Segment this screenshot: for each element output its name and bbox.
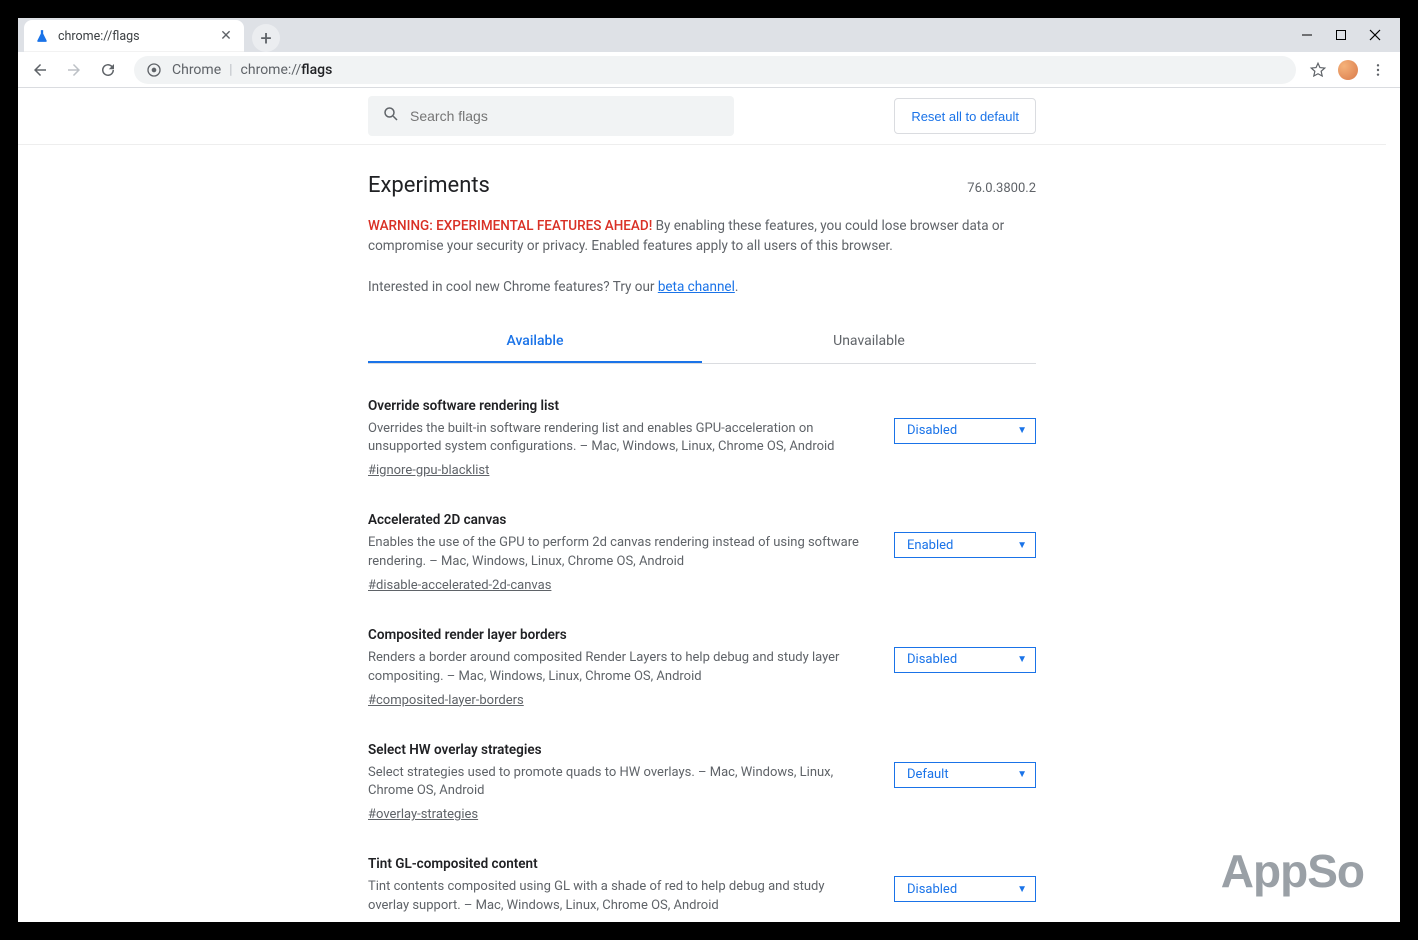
chevron-down-icon: ▼	[1017, 425, 1027, 436]
flag-state-select[interactable]: Disabled ▼	[894, 647, 1036, 673]
flag-anchor-link[interactable]: #overlay-strategies	[368, 807, 478, 822]
flag-title: Select HW overlay strategies	[368, 742, 864, 758]
version-label: 76.0.3800.2	[967, 181, 1036, 196]
browser-toolbar: Chrome | chrome://flags	[18, 52, 1400, 88]
search-icon	[382, 105, 400, 127]
chrome-icon	[146, 62, 162, 78]
browser-window: chrome://flags ✕ + Chrome | chrome://fla…	[18, 18, 1400, 922]
flag-description: Select strategies used to promote quads …	[368, 764, 864, 802]
tab-available[interactable]: Available	[368, 321, 702, 363]
chevron-down-icon: ▼	[1017, 540, 1027, 551]
flag-item: Override software rendering list Override…	[368, 398, 1036, 479]
window-controls	[1286, 18, 1396, 52]
tab-strip: chrome://flags ✕ +	[18, 18, 1400, 52]
warning-text: WARNING: EXPERIMENTAL FEATURES AHEAD! By…	[368, 216, 1036, 257]
chevron-down-icon: ▼	[1017, 884, 1027, 895]
flag-description: Enables the use of the GPU to perform 2d…	[368, 534, 864, 572]
flag-anchor-link[interactable]: #disable-accelerated-2d-canvas	[368, 578, 551, 593]
flag-item: Tint GL-composited content Tint contents …	[368, 856, 1036, 922]
flag-tabs: Available Unavailable	[368, 321, 1036, 364]
flag-item: Composited render layer borders Renders a…	[368, 627, 1036, 708]
flag-state-value: Default	[907, 767, 949, 782]
maximize-icon[interactable]	[1334, 28, 1348, 42]
viewport: chrome://flags ✕ + Chrome | chrome://fla…	[0, 0, 1418, 940]
interested-text: Interested in cool new Chrome features? …	[368, 279, 1036, 295]
address-text: Chrome | chrome://flags	[172, 62, 332, 78]
flag-anchor-link[interactable]: #composited-layer-borders	[368, 693, 524, 708]
beta-channel-link[interactable]: beta channel	[658, 279, 735, 295]
search-flags-input[interactable]	[368, 96, 734, 136]
scrollable-area[interactable]: Reset all to default Experiments 76.0.38…	[18, 88, 1386, 922]
flag-anchor-link[interactable]: #ignore-gpu-blacklist	[368, 463, 489, 478]
minimize-icon[interactable]	[1300, 28, 1314, 42]
new-tab-button[interactable]: +	[252, 24, 280, 52]
search-input-field[interactable]	[410, 108, 720, 124]
close-window-icon[interactable]	[1368, 28, 1382, 42]
chevron-down-icon: ▼	[1017, 769, 1027, 780]
chevron-down-icon: ▼	[1017, 654, 1027, 665]
flask-icon	[34, 28, 50, 44]
flag-description: Overrides the built-in software renderin…	[368, 420, 864, 458]
flags-list: Override software rendering list Override…	[368, 398, 1036, 923]
flag-state-select[interactable]: Disabled ▼	[894, 418, 1036, 444]
flag-state-select[interactable]: Default ▼	[894, 762, 1036, 788]
browser-tab[interactable]: chrome://flags ✕	[24, 20, 244, 52]
flag-item: Accelerated 2D canvas Enables the use of …	[368, 512, 1036, 593]
tab-title: chrome://flags	[58, 29, 140, 44]
flag-title: Accelerated 2D canvas	[368, 512, 864, 528]
reset-all-button[interactable]: Reset all to default	[894, 98, 1036, 134]
flag-title: Composited render layer borders	[368, 627, 864, 643]
menu-icon[interactable]	[1368, 60, 1388, 80]
flag-description: Tint contents composited using GL with a…	[368, 878, 864, 916]
page-title: Experiments	[368, 173, 490, 198]
flag-state-select[interactable]: Disabled ▼	[894, 876, 1036, 902]
warning-red: WARNING: EXPERIMENTAL FEATURES AHEAD!	[368, 218, 652, 234]
flag-state-value: Disabled	[907, 882, 957, 897]
flag-state-value: Enabled	[907, 538, 953, 553]
reload-button[interactable]	[94, 56, 122, 84]
profile-avatar[interactable]	[1338, 60, 1358, 80]
back-button[interactable]	[26, 56, 54, 84]
flag-item: Select HW overlay strategies Select strat…	[368, 742, 1036, 823]
tab-unavailable[interactable]: Unavailable	[702, 321, 1036, 363]
flag-state-value: Disabled	[907, 423, 957, 438]
flag-state-value: Disabled	[907, 652, 957, 667]
address-bar[interactable]: Chrome | chrome://flags	[134, 56, 1296, 84]
flag-title: Tint GL-composited content	[368, 856, 864, 872]
flag-description: Renders a border around composited Rende…	[368, 649, 864, 687]
forward-button[interactable]	[60, 56, 88, 84]
close-icon[interactable]: ✕	[218, 28, 234, 44]
star-icon[interactable]	[1308, 60, 1328, 80]
flag-title: Override software rendering list	[368, 398, 864, 414]
toolbar-right	[1308, 60, 1392, 80]
page-content: Reset all to default Experiments 76.0.38…	[18, 88, 1400, 922]
chrome-label: Chrome	[172, 62, 221, 78]
flag-state-select[interactable]: Enabled ▼	[894, 532, 1036, 558]
